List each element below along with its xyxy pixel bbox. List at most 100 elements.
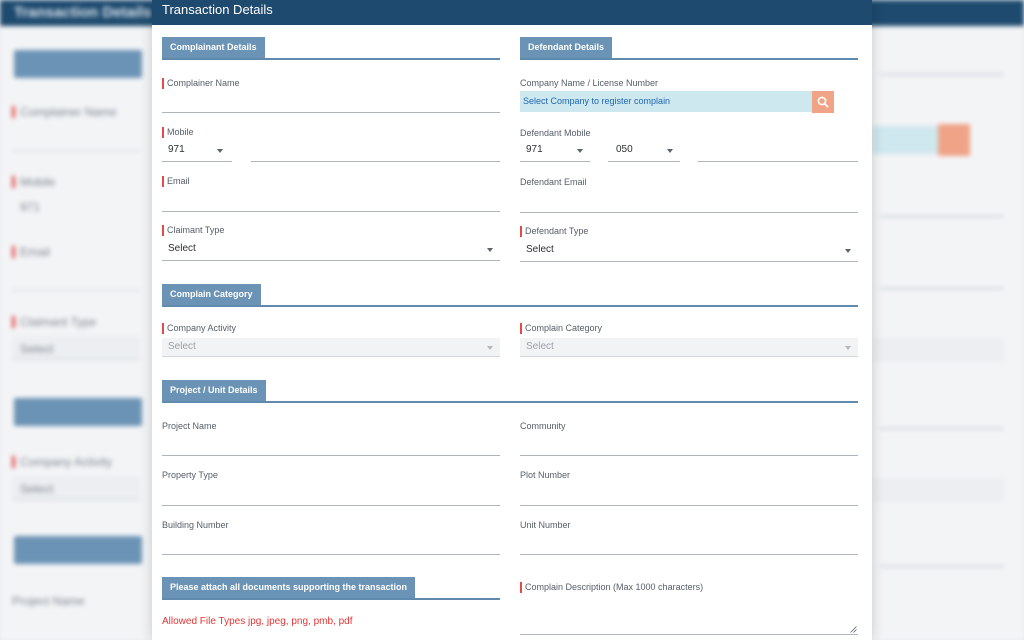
background-value: 971 [20,200,41,214]
allowed-file-types: Allowed File Types jpg, jpeg, png, pmb, … [162,616,353,627]
community-label: Community [520,421,566,431]
background-search-input [872,126,940,154]
background-value: Select [20,342,54,356]
company-activity-select[interactable]: Select [162,338,500,357]
background-label: Email [20,245,51,259]
defendant-type-value: Select [526,244,554,255]
defendant-prefix-select[interactable]: 050 [608,142,680,162]
plot-number-label: Plot Number [520,470,571,480]
claimant-type-value: Select [168,243,196,254]
chevron-down-icon [487,346,493,350]
background-search-button [938,124,970,156]
modal-header: Transaction Details [152,0,872,25]
background-section-button [14,50,142,78]
defendant-mobile-input[interactable] [698,161,858,162]
background-required-mark [12,316,15,328]
background-label: Project Name [12,594,85,608]
background-line [12,290,140,291]
background-line [880,428,1004,429]
complainant-section-title: Complainant Details [162,37,265,58]
defendant-prefix-value: 050 [616,144,633,155]
defendant-email-input[interactable] [520,212,858,213]
chevron-down-icon [217,149,223,153]
background-line [12,150,140,151]
background-section-button [14,536,142,564]
email-label: Email [167,176,190,186]
complainer-name-input[interactable] [162,112,500,113]
property-type-input[interactable] [162,505,500,506]
background-label: Complainer Name [20,105,117,119]
defendant-type-underline [520,261,858,262]
background-value: Select [20,482,54,496]
unit-number-label: Unit Number [520,520,571,530]
defendant-mobile-label: Defendant Mobile [520,128,591,138]
category-section-title: Complain Category [162,284,261,305]
required-marker [520,323,522,334]
background-section-button [14,398,142,426]
community-input[interactable] [520,455,858,456]
claimant-type-select[interactable]: Select [162,240,500,261]
company-activity-label: Company Activity [167,323,237,333]
mobile-number-input[interactable] [251,161,500,162]
description-label: Complain Description (Max 1000 character… [525,582,704,592]
background-line [880,74,1004,75]
defendant-section-title: Defendant Details [520,37,613,58]
required-marker [520,226,522,237]
required-marker [162,176,164,187]
chevron-down-icon [845,346,851,350]
defendant-email-label: Defendant Email [520,177,587,187]
chevron-down-icon [487,248,493,252]
company-name-label: Company Name / License Number [520,78,659,88]
company-search-input[interactable]: Select Company to register complain [520,91,812,112]
unit-number-input[interactable] [520,554,858,555]
chevron-down-icon [845,249,851,253]
required-marker [162,127,164,138]
project-name-label: Project Name [162,421,217,431]
background-required-mark [12,106,15,118]
defendant-section-header: Defendant Details [520,37,858,60]
building-number-label: Building Number [162,520,229,530]
background-required-mark [12,176,15,188]
background-select [872,338,1004,362]
defendant-type-label: Defendant Type [525,226,589,236]
company-activity-value: Select [168,341,196,352]
search-icon [817,96,829,108]
background-label: Mobile [20,175,56,189]
building-number-input[interactable] [162,554,500,555]
project-section-header: Project / Unit Details [162,380,858,403]
mobile-code-underline [162,161,232,162]
company-search-button[interactable] [812,91,834,113]
claimant-type-underline [162,260,500,261]
defendant-country-code-value: 971 [526,144,543,155]
background-label: Claimant Type [20,315,97,329]
mobile-country-code-select[interactable]: 971 [162,142,232,162]
required-marker [162,323,164,334]
complain-category-label: Complain Category [525,323,603,333]
claimant-type-label: Claimant Type [167,225,225,235]
project-name-input[interactable] [162,455,500,456]
description-textarea[interactable] [520,634,858,635]
background-required-mark [12,456,15,468]
background-line [880,566,1004,567]
defendant-type-select[interactable]: Select [520,241,858,262]
background-required-mark [12,246,15,258]
resize-handle-icon[interactable] [850,626,857,633]
transaction-details-modal: Transaction Details Complainant Details … [152,0,872,640]
complain-category-value: Select [526,341,554,352]
required-marker [162,78,164,89]
defendant-country-code-select[interactable]: 971 [520,142,590,162]
required-marker [520,582,522,593]
property-type-label: Property Type [162,470,218,480]
defendant-prefix-underline [608,161,680,162]
mobile-label: Mobile [167,127,194,137]
mobile-country-code-value: 971 [168,144,185,155]
complain-category-select[interactable]: Select [520,338,858,357]
company-search-placeholder: Select Company to register complain [523,96,671,106]
plot-number-input[interactable] [520,505,858,506]
email-input[interactable] [162,211,500,212]
background-title: Transaction Details [14,4,152,21]
chevron-down-icon [667,149,673,153]
project-section-title: Project / Unit Details [162,380,266,401]
background-label: Company Activity [20,455,113,469]
modal-title: Transaction Details [162,2,273,17]
